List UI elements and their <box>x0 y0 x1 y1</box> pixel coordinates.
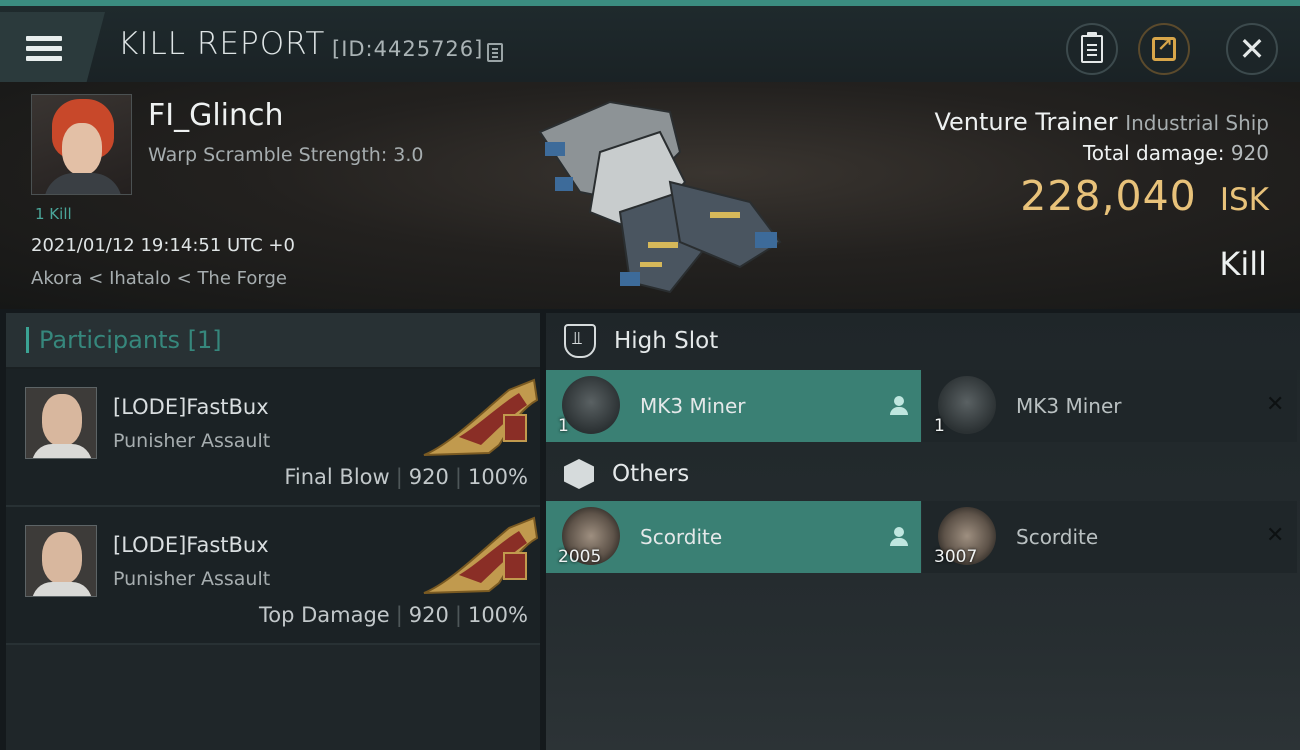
header-bar: KILL REPORT [ID:4425726] ✕ <box>0 0 1300 84</box>
kill-count: 1 Kill <box>35 205 72 223</box>
person-icon <box>890 396 908 416</box>
participant-ship-image <box>423 516 539 594</box>
copy-icon[interactable] <box>487 43 503 62</box>
participants-panel: Participants [1] [LODE]FastBux Punisher … <box>6 313 540 750</box>
miner-module-icon <box>938 376 996 434</box>
isk-value: 228,040 <box>1020 172 1197 220</box>
item-destroyed[interactable]: 1 MK3 Miner <box>922 370 1297 442</box>
others-row: 2005 Scordite 3007 Scordite ✕ <box>546 501 1300 573</box>
item-dropped[interactable]: 1 MK3 Miner <box>546 370 921 442</box>
avatar[interactable] <box>25 387 97 459</box>
miner-module-icon <box>562 376 620 434</box>
close-button[interactable]: ✕ <box>1226 23 1278 75</box>
ship-name: Venture Trainer <box>934 108 1118 136</box>
isk-value-row: 228,040 ISK <box>1020 172 1269 220</box>
item-quantity: 2005 <box>558 547 602 567</box>
others-header: Others <box>546 446 1300 502</box>
kill-datetime: 2021/01/12 19:14:51 UTC +0 <box>31 235 295 256</box>
participant-name: [LODE]FastBux <box>113 395 269 419</box>
warp-scramble-strength: Warp Scramble Strength: 3.0 <box>148 144 424 166</box>
clipboard-button[interactable] <box>1066 23 1118 75</box>
avatar[interactable] <box>25 525 97 597</box>
participant-tag: Final Blow <box>284 465 390 489</box>
item-quantity: 3007 <box>934 547 978 567</box>
x-icon: ✕ <box>1266 392 1285 417</box>
participant-stats: Final Blow | 920 | 100% <box>284 465 528 489</box>
item-name: Scordite <box>640 525 723 549</box>
kill-location: Akora < Ihatalo < The Forge <box>31 268 287 289</box>
participant-tag: Top Damage <box>258 603 390 627</box>
participant-ship: Punisher Assault <box>113 430 271 452</box>
share-button[interactable] <box>1138 23 1190 75</box>
item-dropped[interactable]: 2005 Scordite <box>546 501 921 573</box>
menu-button[interactable] <box>0 12 105 84</box>
participant-ship: Punisher Assault <box>113 568 271 590</box>
ship-class: Industrial Ship <box>1125 111 1269 135</box>
kill-result: Kill <box>1219 245 1267 283</box>
victim-name[interactable]: FI_Glinch <box>148 98 284 133</box>
close-icon: ✕ <box>1238 30 1266 68</box>
participant-ship-image <box>423 378 539 456</box>
victim-ship-type[interactable]: Venture Trainer Industrial Ship <box>934 108 1269 136</box>
item-name: Scordite <box>1016 525 1099 549</box>
victim-ship-image <box>538 100 782 294</box>
high-slot-icon <box>564 324 596 358</box>
item-quantity: 1 <box>934 416 945 436</box>
total-damage-label: Total damage: <box>1082 141 1225 165</box>
high-slot-header: High Slot <box>546 313 1300 369</box>
clipboard-icon <box>1081 32 1103 63</box>
participants-title: Participants [1] <box>39 326 222 354</box>
share-icon <box>1152 34 1176 61</box>
high-slot-row: 1 MK3 Miner 1 MK3 Miner ✕ <box>546 370 1300 442</box>
total-damage: Total damage: 920 <box>1083 141 1269 165</box>
x-icon: ✕ <box>1266 523 1285 548</box>
item-quantity: 1 <box>558 416 569 436</box>
victim-portrait[interactable] <box>31 94 132 195</box>
participant-percent: 100% <box>467 603 528 627</box>
items-panel: High Slot 1 MK3 Miner 1 MK3 Miner ✕ Othe… <box>546 313 1300 750</box>
high-slot-label: High Slot <box>614 328 719 354</box>
participant-damage: 920 <box>408 603 449 627</box>
participant-row[interactable]: [LODE]FastBux Punisher Assault Top Damag… <box>6 507 540 645</box>
isk-unit: ISK <box>1219 182 1269 218</box>
report-id: [ID:4425726] <box>332 37 484 61</box>
item-name: MK3 Miner <box>640 394 746 418</box>
item-destroyed[interactable]: 3007 Scordite <box>922 501 1297 573</box>
participant-row[interactable]: [LODE]FastBux Punisher Assault Final Blo… <box>6 369 540 507</box>
participant-damage: 920 <box>408 465 449 489</box>
participant-percent: 100% <box>467 465 528 489</box>
page-title: KILL REPORT <box>118 26 326 62</box>
participant-stats: Top Damage | 920 | 100% <box>258 603 528 627</box>
participants-header[interactable]: Participants [1] <box>6 313 540 369</box>
item-name: MK3 Miner <box>1016 394 1122 418</box>
participant-name: [LODE]FastBux <box>113 533 269 557</box>
person-icon <box>890 527 908 547</box>
cargo-box-icon <box>564 459 594 489</box>
menu-icon <box>26 31 62 66</box>
others-label: Others <box>612 461 690 487</box>
total-damage-value: 920 <box>1230 141 1269 165</box>
